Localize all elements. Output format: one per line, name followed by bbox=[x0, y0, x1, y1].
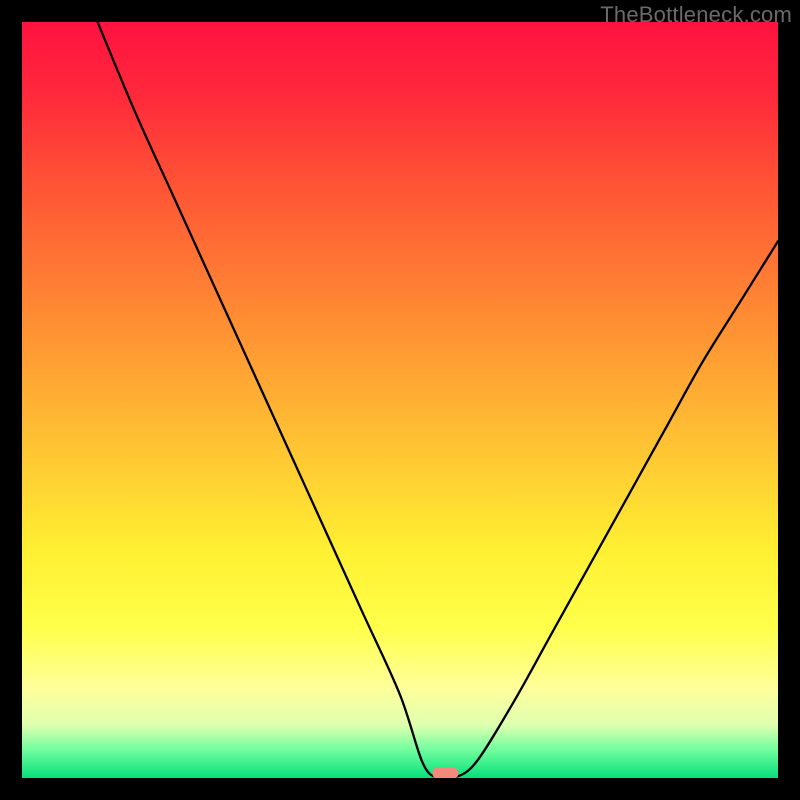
chart-frame: TheBottleneck.com bbox=[0, 0, 800, 800]
optimal-marker bbox=[432, 767, 458, 778]
watermark-text: TheBottleneck.com bbox=[600, 2, 792, 28]
plot-area bbox=[22, 22, 778, 778]
bottleneck-curve bbox=[22, 22, 778, 778]
